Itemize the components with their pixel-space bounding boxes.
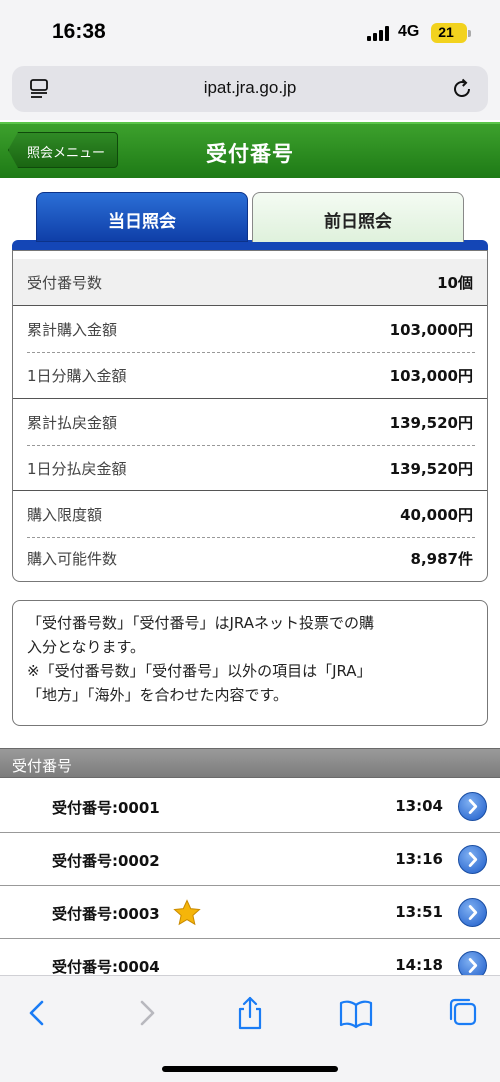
network-type: 4G <box>398 23 420 40</box>
receipt-time: 13:16 <box>395 850 443 868</box>
note-line: ※「受付番号数」「受付番号」以外の項目は「JRA」 <box>27 662 372 680</box>
summary-label: 受付番号数 <box>27 274 103 292</box>
receipt-row-0001[interactable]: 受付番号:0001 13:04 <box>0 780 500 833</box>
note-line: 「受付番号数」「受付番号」はJRAネット投票での購 <box>27 614 375 632</box>
tab-previous-day-inquiry[interactable]: 前日照会 <box>252 192 464 242</box>
receipt-number: 受付番号:0003 <box>52 905 160 923</box>
bookmarks-icon[interactable] <box>336 996 376 1030</box>
receipt-time: 13:04 <box>395 797 443 815</box>
summary-value: 103,000円 <box>389 321 473 339</box>
receipt-time: 13:51 <box>395 903 443 921</box>
summary-row-purchase-limit: 購入限度額 40,000円 <box>13 491 487 537</box>
home-indicator <box>162 1066 338 1072</box>
chevron-right-icon[interactable] <box>458 898 487 927</box>
browser-toolbar <box>0 975 500 1082</box>
summary-value: 10個 <box>437 274 473 292</box>
share-icon[interactable] <box>230 996 270 1030</box>
summary-row-daily-purchase: 1日分購入金額 103,000円 <box>13 352 487 398</box>
reload-icon[interactable] <box>450 77 474 101</box>
status-time: 16:38 <box>52 20 106 43</box>
summary-value: 8,987件 <box>410 550 473 568</box>
chevron-right-icon[interactable] <box>458 792 487 821</box>
tabs-icon[interactable] <box>442 996 482 1030</box>
url-text[interactable]: ipat.jra.go.jp <box>12 78 488 98</box>
battery-icon: 21 <box>431 23 471 43</box>
receipt-number: 受付番号:0001 <box>52 799 160 817</box>
page-header: 照会メニュー 受付番号 <box>0 122 500 178</box>
receipt-section-header: 受付番号 <box>0 748 500 778</box>
summary-row-receipt-count: 受付番号数 10個 <box>13 259 487 305</box>
summary-value: 139,520円 <box>389 460 473 478</box>
forward-icon[interactable] <box>126 996 166 1030</box>
receipt-row-0002[interactable]: 受付番号:0002 13:16 <box>0 833 500 886</box>
status-bar: 16:38 4G 21 <box>0 0 500 60</box>
summary-row-cumulative-payout: 累計払戻金額 139,520円 <box>13 399 487 445</box>
note-line: 「地方」「海外」を合わせた内容です。 <box>27 686 289 704</box>
battery-level: 21 <box>438 24 454 40</box>
receipt-time: 14:18 <box>395 956 443 974</box>
note-line: 入分となります。 <box>27 638 146 656</box>
section-title: 受付番号 <box>12 757 73 775</box>
info-note: 「受付番号数」「受付番号」はJRAネット投票での購 入分となります。 ※「受付番… <box>12 600 488 726</box>
summary-row-cumulative-purchase: 累計購入金額 103,000円 <box>13 306 487 352</box>
summary-row-purchasable-count: 購入可能件数 8,987件 <box>13 535 487 581</box>
back-icon[interactable] <box>18 996 58 1030</box>
page-title: 受付番号 <box>206 142 294 166</box>
receipt-number: 受付番号:0004 <box>52 958 160 976</box>
summary-label: 累計払戻金額 <box>27 414 118 432</box>
summary-row-daily-payout: 1日分払戻金額 139,520円 <box>13 445 487 491</box>
signal-strength-icon <box>367 26 391 41</box>
summary-label: 累計購入金額 <box>27 321 118 339</box>
star-icon <box>173 899 201 926</box>
tab-today-inquiry[interactable]: 当日照会 <box>36 192 248 242</box>
summary-table: 受付番号数 10個 累計購入金額 103,000円 1日分購入金額 103,00… <box>12 250 488 582</box>
summary-label: 1日分払戻金額 <box>27 460 127 478</box>
receipt-row-0003[interactable]: 受付番号:0003 13:51 <box>0 886 500 939</box>
summary-label: 購入限度額 <box>27 506 103 524</box>
address-bar[interactable]: ipat.jra.go.jp <box>12 66 488 112</box>
summary-value: 139,520円 <box>389 414 473 432</box>
summary-value: 40,000円 <box>400 506 473 524</box>
summary-value: 103,000円 <box>389 367 473 385</box>
summary-label: 購入可能件数 <box>27 550 118 568</box>
receipt-number: 受付番号:0002 <box>52 852 160 870</box>
chevron-right-icon[interactable] <box>458 845 487 874</box>
summary-label: 1日分購入金額 <box>27 367 127 385</box>
browser-address-area: ipat.jra.go.jp <box>0 60 500 120</box>
